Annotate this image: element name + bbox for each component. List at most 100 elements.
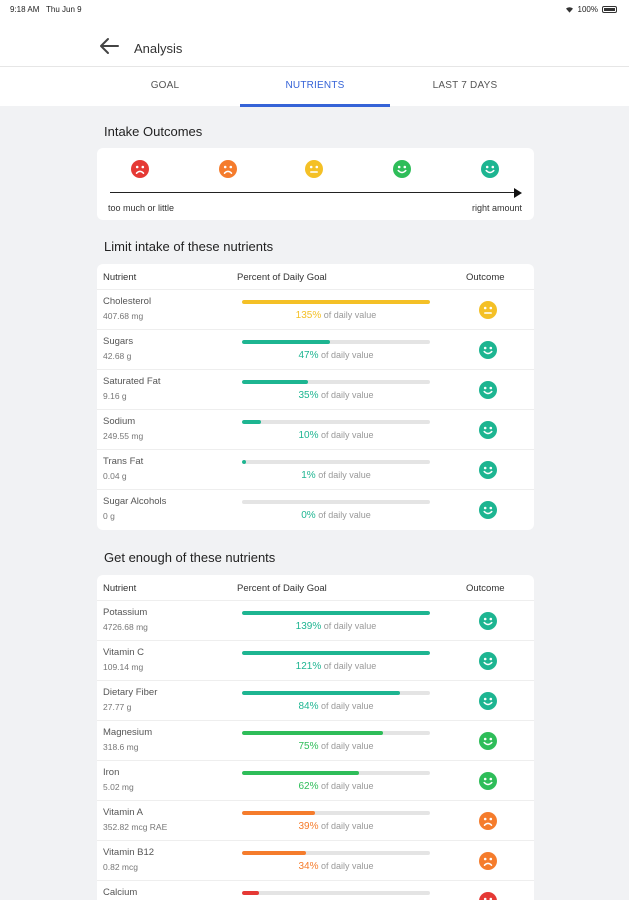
smile-face-icon bbox=[479, 612, 497, 630]
percent-value: 34% bbox=[298, 861, 319, 872]
percent-label: 0% of daily value bbox=[242, 510, 430, 521]
smile-face-icon bbox=[481, 160, 499, 178]
nutrient-row[interactable]: Dietary Fiber 27.77 g 84% of daily value bbox=[97, 681, 534, 721]
percent-suffix: of daily value bbox=[323, 621, 377, 631]
nutrient-row[interactable]: Vitamin B12 0.82 mcg 34% of daily value bbox=[97, 841, 534, 881]
nutrient-name: Vitamin C bbox=[103, 647, 145, 658]
percent-suffix: of daily value bbox=[320, 430, 374, 440]
frown-face-icon bbox=[479, 892, 497, 900]
header-nutrient: Nutrient bbox=[103, 272, 137, 283]
smile-face-icon bbox=[479, 652, 497, 670]
tab-goal[interactable]: GOAL bbox=[90, 67, 240, 107]
progress-bar bbox=[242, 340, 430, 344]
nutrient-name: Dietary Fiber bbox=[103, 687, 158, 698]
battery-icon bbox=[602, 6, 617, 13]
percent-value: 47% bbox=[298, 350, 319, 361]
percent-suffix: of daily value bbox=[318, 470, 371, 480]
progress-fill bbox=[242, 771, 359, 775]
intake-outcomes-title: Intake Outcomes bbox=[104, 124, 203, 139]
nutrient-name: Magnesium bbox=[103, 727, 153, 738]
percent-value: 35% bbox=[298, 390, 319, 401]
smile-face-icon bbox=[479, 732, 497, 750]
progress-bar bbox=[242, 691, 430, 695]
smile-face-icon bbox=[479, 381, 497, 399]
nutrient-row[interactable]: Potassium 4726.68 mg 139% of daily value bbox=[97, 601, 534, 641]
smile-face-icon bbox=[479, 461, 497, 479]
nutrient-amount: 27.77 g bbox=[103, 702, 132, 712]
percent-suffix: of daily value bbox=[320, 781, 374, 791]
progress-bar bbox=[242, 651, 430, 655]
percent-value: 0% bbox=[301, 510, 316, 521]
percent-value: 10% bbox=[298, 430, 319, 441]
nutrient-row[interactable]: Sugars 42.68 g 47% of daily value bbox=[97, 330, 534, 370]
tab-last-7-days[interactable]: LAST 7 DAYS bbox=[390, 67, 540, 107]
progress-bar bbox=[242, 891, 430, 895]
progress-fill bbox=[242, 811, 316, 815]
percent-label: 84% of daily value bbox=[242, 701, 430, 712]
nutrient-row[interactable]: Sugar Alcohols 0 g 0% of daily value bbox=[97, 490, 534, 530]
nutrient-name: Potassium bbox=[103, 607, 148, 618]
status-right: 100% bbox=[565, 5, 617, 14]
nutrient-amount: 407.68 mg bbox=[103, 311, 144, 321]
nutrient-row[interactable]: Magnesium 318.6 mg 75% of daily value bbox=[97, 721, 534, 761]
frown-face-icon bbox=[479, 852, 497, 870]
progress-fill bbox=[242, 340, 331, 344]
nutrient-name: Sodium bbox=[103, 416, 136, 427]
header-percent: Percent of Daily Goal bbox=[237, 583, 327, 594]
progress-bar bbox=[242, 420, 430, 424]
smile-face-icon bbox=[479, 341, 497, 359]
progress-bar bbox=[242, 811, 430, 815]
battery-percent: 100% bbox=[577, 5, 598, 14]
progress-bar bbox=[242, 460, 430, 464]
status-time: 9:18 AM Thu Jun 9 bbox=[10, 5, 82, 14]
percent-label: 39% of daily value bbox=[242, 821, 430, 832]
limit-section-title: Limit intake of these nutrients bbox=[104, 239, 274, 254]
scale-left-label: too much or little bbox=[108, 203, 175, 213]
progress-bar bbox=[242, 500, 430, 504]
percent-value: 1% bbox=[301, 470, 316, 481]
wifi-icon bbox=[565, 7, 573, 13]
percent-suffix: of daily value bbox=[320, 741, 374, 751]
progress-fill bbox=[242, 851, 306, 855]
nutrient-name: Vitamin B12 bbox=[103, 847, 155, 858]
nutrient-row[interactable]: Iron 5.02 mg 62% of daily value bbox=[97, 761, 534, 801]
percent-value: 75% bbox=[298, 741, 319, 752]
nutrient-amount: 0.82 mcg bbox=[103, 862, 138, 872]
percent-suffix: of daily value bbox=[323, 310, 377, 320]
percent-suffix: of daily value bbox=[320, 861, 374, 871]
header-nutrient: Nutrient bbox=[103, 583, 137, 594]
nutrient-name: Vitamin A bbox=[103, 807, 143, 818]
header-percent: Percent of Daily Goal bbox=[237, 272, 327, 283]
nutrient-row[interactable]: Trans Fat 0.04 g 1% of daily value bbox=[97, 450, 534, 490]
nutrient-amount: 0.04 g bbox=[103, 471, 127, 481]
percent-label: 121% of daily value bbox=[242, 661, 430, 672]
percent-label: 1% of daily value bbox=[242, 470, 430, 481]
frown-face-icon bbox=[219, 160, 237, 178]
page-title: Analysis bbox=[134, 41, 183, 56]
smile-face-icon bbox=[479, 501, 497, 519]
status-bar: 9:18 AM Thu Jun 9 100% bbox=[0, 0, 629, 18]
nutrient-row[interactable]: Vitamin A 352.82 mcg RAE 39% of daily valu… bbox=[97, 801, 534, 841]
tab-nutrients[interactable]: NUTRIENTS bbox=[240, 67, 390, 107]
percent-label: 62% of daily value bbox=[242, 781, 430, 792]
limit-nutrients-table: Nutrient Percent of Daily Goal Outcome C… bbox=[97, 264, 534, 530]
nutrient-amount: 352.82 mcg RAE bbox=[103, 822, 168, 832]
enough-section-title: Get enough of these nutrients bbox=[104, 550, 276, 565]
nutrient-row[interactable]: Vitamin C 109.14 mg 121% of daily value bbox=[97, 641, 534, 681]
nutrient-row[interactable]: Calcium bbox=[97, 881, 534, 900]
back-arrow-icon[interactable] bbox=[98, 36, 120, 56]
nutrient-name: Sugar Alcohols bbox=[103, 496, 167, 507]
percent-suffix: of daily value bbox=[320, 390, 374, 400]
progress-fill bbox=[242, 420, 261, 424]
app-bar: Analysis bbox=[0, 18, 629, 66]
frown-face-icon bbox=[131, 160, 149, 178]
nutrient-row[interactable]: Saturated Fat 9.16 g 35% of daily value bbox=[97, 370, 534, 410]
scale-axis bbox=[110, 192, 514, 194]
intake-outcomes-card: too much or little right amount bbox=[97, 148, 534, 220]
frown-face-icon bbox=[479, 812, 497, 830]
percent-suffix: of daily value bbox=[323, 661, 377, 671]
enough-nutrients-table: Nutrient Percent of Daily Goal Outcome P… bbox=[97, 575, 534, 900]
progress-bar bbox=[242, 611, 430, 615]
nutrient-row[interactable]: Sodium 249.55 mg 10% of daily value bbox=[97, 410, 534, 450]
nutrient-row[interactable]: Cholesterol 407.68 mg 135% of daily value bbox=[97, 290, 534, 330]
